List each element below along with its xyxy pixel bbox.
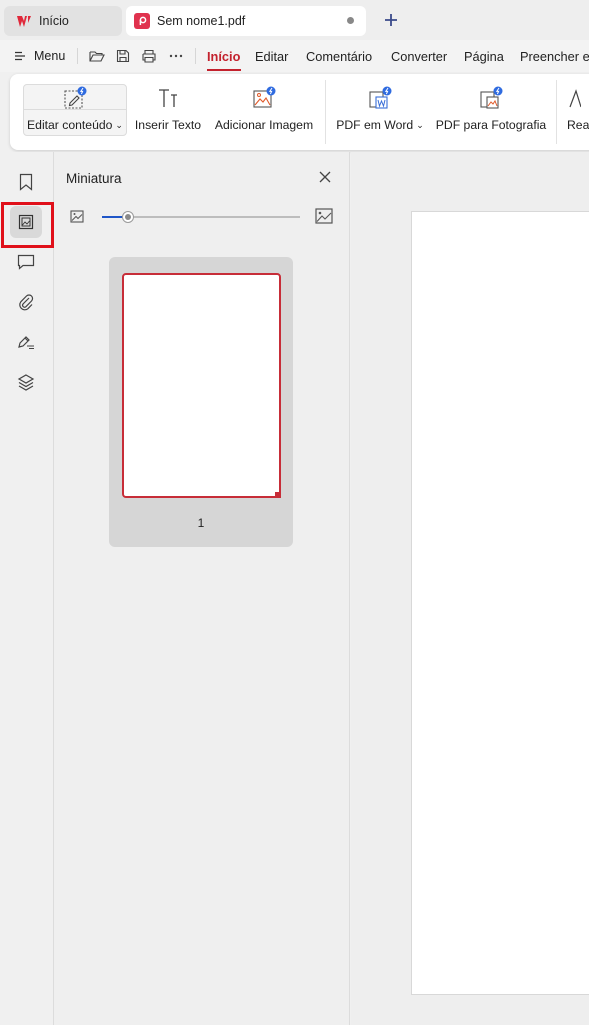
chevron-down-icon: ⌄ — [115, 119, 123, 130]
menu-label: Menu — [34, 49, 66, 63]
more-button[interactable] — [166, 47, 186, 65]
folder-open-icon — [89, 51, 105, 62]
bookmarks-button[interactable] — [14, 170, 38, 194]
attachments-button[interactable] — [14, 290, 38, 314]
read-label: Rea — [567, 118, 589, 132]
tab-document-label: Sem nome1.pdf — [157, 14, 246, 28]
open-folder-button[interactable] — [87, 47, 107, 65]
tab-comentario[interactable]: Comentário — [306, 49, 372, 64]
ribbon-divider — [325, 80, 326, 144]
tab-document[interactable]: Sem nome1.pdf — [126, 6, 366, 36]
tab-converter[interactable]: Converter — [391, 49, 447, 64]
tab-bar: Início Sem nome1.pdf — [0, 0, 589, 40]
comment-icon — [17, 254, 35, 270]
hamburger-icon — [14, 51, 26, 61]
page-thumbnail[interactable] — [122, 273, 281, 498]
divider — [195, 48, 196, 64]
tab-preencher[interactable]: Preencher e — [520, 49, 589, 64]
ribbon-divider — [556, 80, 557, 144]
tab-inicio[interactable]: Início — [207, 49, 240, 64]
tab-home-label: Início — [39, 14, 69, 28]
signature-button[interactable] — [14, 330, 38, 354]
chevron-down-icon: ⌄ — [416, 119, 424, 130]
pdf-to-word-button[interactable]: PDF em Word ⌄ — [336, 74, 424, 150]
pdf-to-photo-icon — [478, 84, 504, 112]
panel-title: Miniatura — [66, 171, 122, 186]
tab-home[interactable]: Início — [4, 6, 122, 36]
pdf-to-word-icon — [367, 84, 393, 112]
pdf-file-icon — [134, 13, 150, 29]
insert-text-icon — [156, 84, 180, 112]
pdf-to-photo-label: PDF para Fotografia — [435, 118, 547, 132]
divider — [77, 48, 78, 64]
print-button[interactable] — [139, 47, 159, 65]
edit-content-button[interactable]: Editar conteúdo ⌄ — [23, 74, 127, 150]
thumbnail-corner-marker — [275, 492, 281, 498]
printer-icon — [142, 49, 156, 63]
layers-button[interactable] — [14, 370, 38, 394]
ribbon-toolbar: Editar conteúdo ⌄ Inserir Texto Adiciona… — [10, 74, 589, 150]
unsaved-dot-icon[interactable] — [347, 17, 354, 24]
read-icon — [567, 84, 581, 112]
paperclip-icon — [19, 294, 34, 311]
pdf-to-photo-button[interactable]: PDF para Fotografia — [435, 74, 547, 150]
save-icon — [116, 49, 130, 63]
save-button[interactable] — [113, 47, 133, 65]
pdf-to-word-label: PDF em Word — [336, 118, 414, 132]
insert-text-button[interactable]: Inserir Texto — [135, 74, 201, 150]
wps-logo-icon — [16, 14, 32, 28]
page-thumbnail-card[interactable]: 1 — [109, 257, 293, 547]
read-button[interactable]: Rea — [567, 74, 589, 150]
new-tab-button[interactable] — [380, 8, 402, 32]
left-sidebar-rail — [0, 152, 54, 1025]
add-image-icon — [251, 84, 277, 112]
edit-content-label: Editar conteúdo — [27, 118, 113, 132]
zoom-out-image-icon[interactable] — [70, 210, 84, 224]
thumbnail-size-slider[interactable] — [102, 211, 300, 223]
document-page[interactable] — [411, 211, 589, 995]
signature-pen-icon — [18, 336, 34, 350]
menu-button[interactable]: Menu — [14, 47, 65, 65]
add-image-button[interactable]: Adicionar Imagem — [212, 74, 316, 150]
edit-content-icon — [62, 84, 88, 112]
tab-editar[interactable]: Editar — [255, 49, 288, 64]
tab-pagina[interactable]: Página — [464, 49, 504, 64]
active-tab-indicator — [207, 69, 241, 71]
add-image-label: Adicionar Imagem — [214, 118, 314, 132]
page-number: 1 — [197, 516, 205, 530]
slider-handle[interactable] — [122, 211, 134, 223]
close-icon — [319, 171, 331, 183]
highlight-box — [1, 202, 54, 248]
thumbnail-panel: Miniatura 1 — [54, 152, 350, 1025]
layers-icon — [17, 374, 35, 391]
more-dots-icon — [169, 54, 183, 58]
zoom-in-image-icon[interactable] — [315, 208, 333, 224]
close-panel-button[interactable] — [316, 168, 334, 186]
bookmark-icon — [19, 173, 33, 191]
menu-bar: Menu Início Editar Comentário Converter … — [0, 40, 589, 72]
document-canvas[interactable] — [351, 152, 589, 1025]
insert-text-label: Inserir Texto — [134, 118, 202, 132]
comments-button[interactable] — [14, 250, 38, 274]
plus-icon — [385, 14, 397, 26]
